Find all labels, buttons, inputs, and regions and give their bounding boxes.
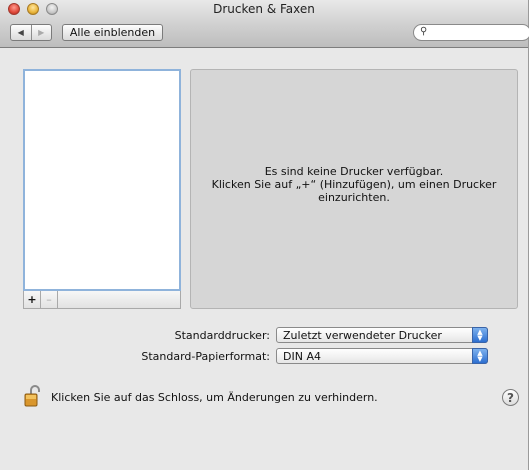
no-printers-line-3: einzurichten. [318,191,390,204]
search-field[interactable]: ⚲ [413,24,529,41]
default-printer-value: Zuletzt verwendeter Drucker [283,329,442,342]
no-printers-line-1: Es sind keine Drucker verfügbar. [264,165,444,178]
no-printers-line-2: Klicken Sie auf „+“ (Hinzufügen), um ein… [211,178,497,191]
lock-icon[interactable] [24,385,42,407]
printer-list[interactable] [23,69,181,291]
default-paper-label: Standard-Papierformat: [141,350,270,363]
show-all-button[interactable]: Alle einblenden [62,24,163,41]
forward-arrow-icon[interactable]: ▶ [32,25,52,40]
no-printers-message: Es sind keine Drucker verfügbar. Klicken… [191,165,517,204]
default-printer-popup[interactable]: Zuletzt verwendeter Drucker ▲ ▼ [276,327,488,343]
navigation-segmented-control: ◀ ▶ [10,24,52,41]
window: Drucken & Faxen ◀ ▶ Alle einblenden ⚲ + … [0,0,529,470]
popup-arrows-icon: ▲ ▼ [472,348,488,364]
default-printer-label: Standarddrucker: [174,329,270,342]
printer-list-toolbar: + – [23,291,181,309]
help-button[interactable]: ? [502,389,519,406]
popup-arrows-icon: ▲ ▼ [472,327,488,343]
lock-message: Klicken Sie auf das Schloss, um Änderung… [51,391,378,404]
add-printer-button[interactable]: + [24,291,41,308]
search-icon: ⚲ [420,26,428,37]
window-title: Drucken & Faxen [213,2,315,16]
title-bar: Drucken & Faxen ◀ ▶ Alle einblenden ⚲ [0,0,529,48]
back-arrow-icon[interactable]: ◀ [11,25,32,40]
default-paper-value: DIN A4 [283,350,321,363]
remove-printer-button[interactable]: – [41,291,58,308]
printer-info-panel: Es sind keine Drucker verfügbar. Klicken… [190,69,518,309]
default-paper-popup[interactable]: DIN A4 ▲ ▼ [276,348,488,364]
